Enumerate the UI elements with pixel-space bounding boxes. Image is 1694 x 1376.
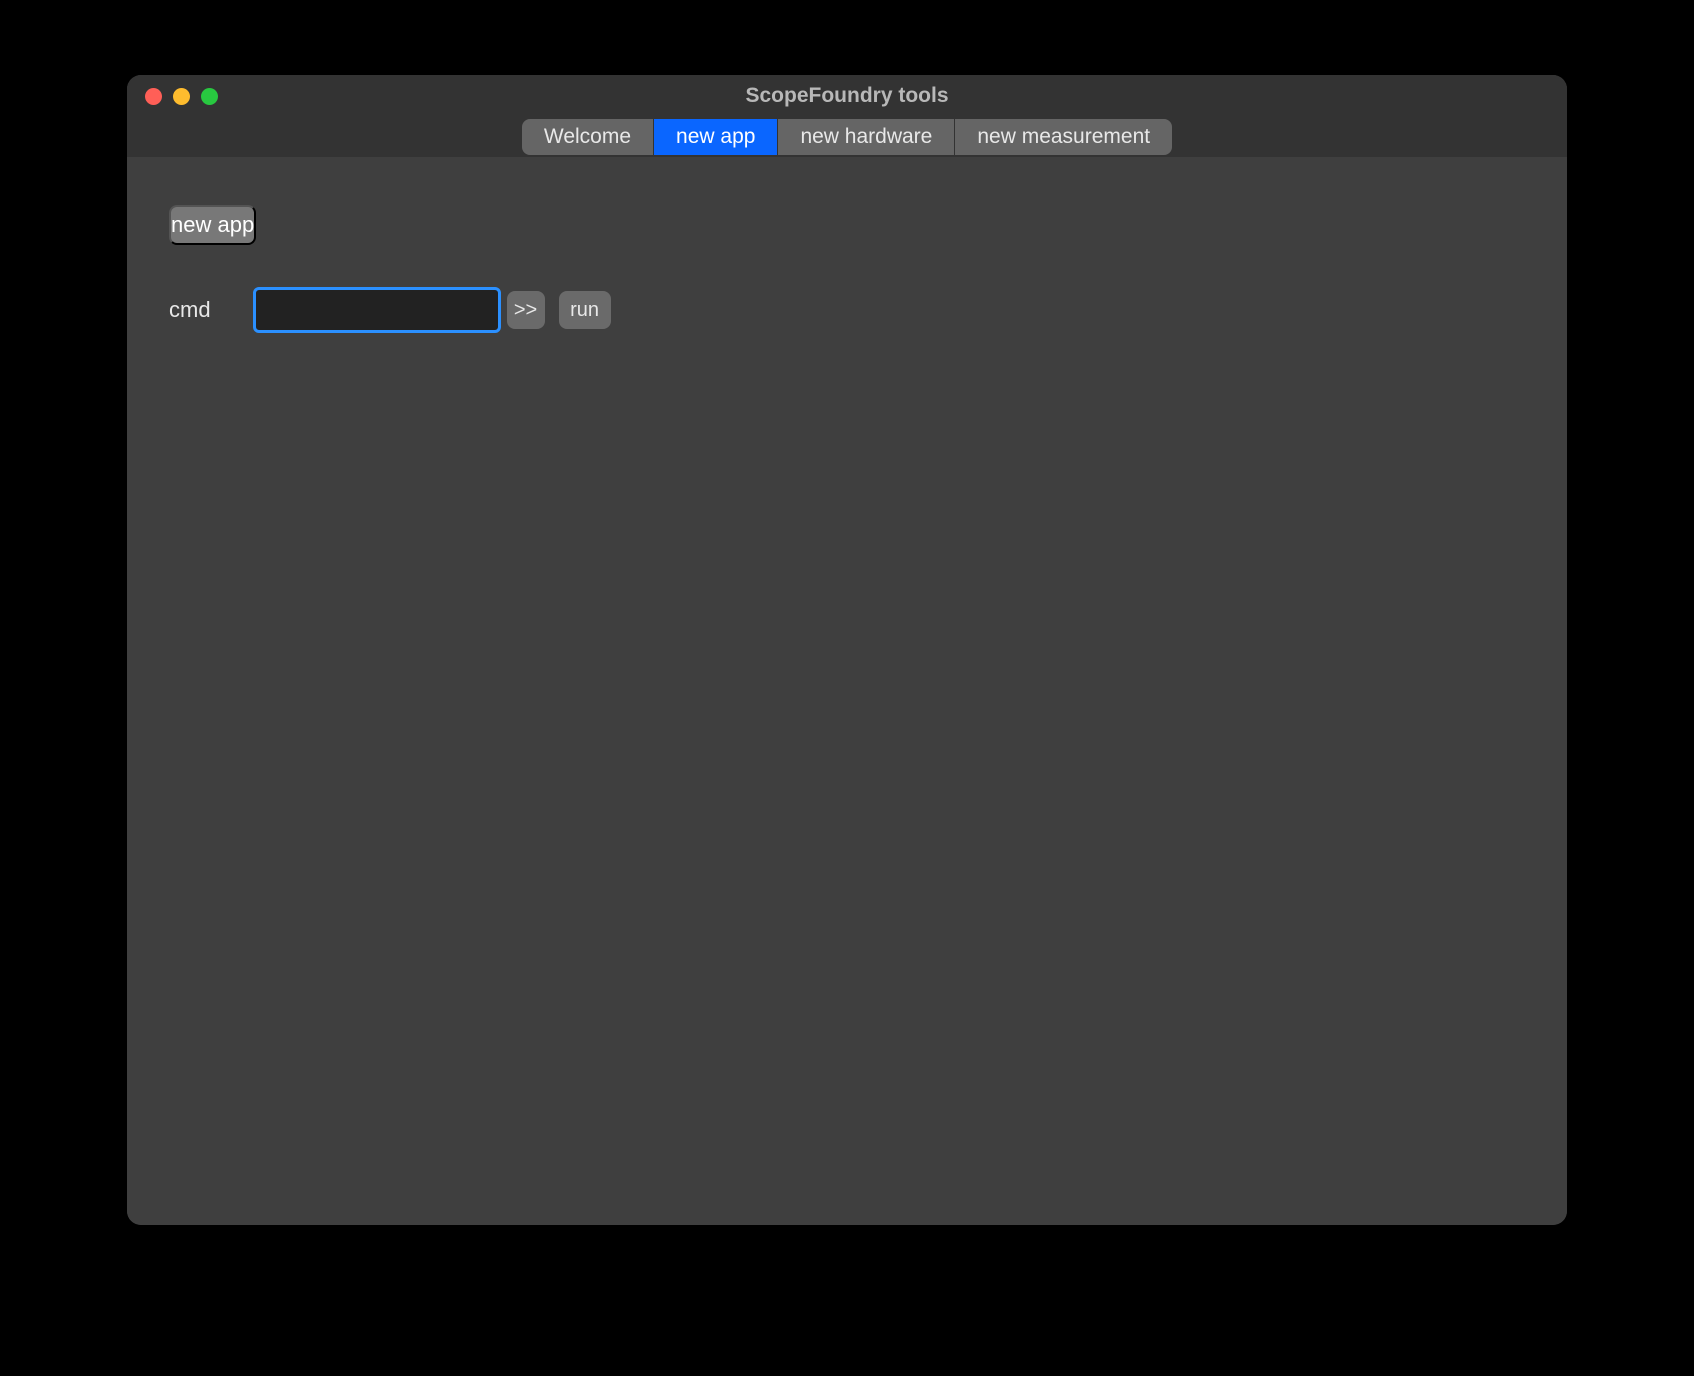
run-button[interactable]: run [559, 291, 611, 329]
cmd-row: cmd >> run [169, 287, 1525, 333]
window-title: ScopeFoundry tools [745, 84, 948, 108]
maximize-icon[interactable] [201, 88, 218, 105]
new-app-button[interactable]: new app [169, 205, 256, 245]
content-pane: new app cmd >> run [127, 157, 1567, 1225]
tab-new-app[interactable]: new app [654, 119, 777, 155]
minimize-icon[interactable] [173, 88, 190, 105]
app-window: ScopeFoundry tools Welcome new app new h… [127, 75, 1567, 1225]
tab-new-measurement[interactable]: new measurement [955, 119, 1172, 155]
expand-button[interactable]: >> [507, 291, 545, 329]
cmd-input[interactable] [253, 287, 501, 333]
tab-welcome[interactable]: Welcome [522, 119, 653, 155]
tab-group: Welcome new app new hardware new measure… [522, 119, 1172, 155]
close-icon[interactable] [145, 88, 162, 105]
cmd-label: cmd [169, 297, 211, 323]
tab-bar: Welcome new app new hardware new measure… [127, 117, 1567, 157]
titlebar: ScopeFoundry tools [127, 75, 1567, 117]
traffic-lights [127, 88, 218, 105]
tab-new-hardware[interactable]: new hardware [778, 119, 954, 155]
